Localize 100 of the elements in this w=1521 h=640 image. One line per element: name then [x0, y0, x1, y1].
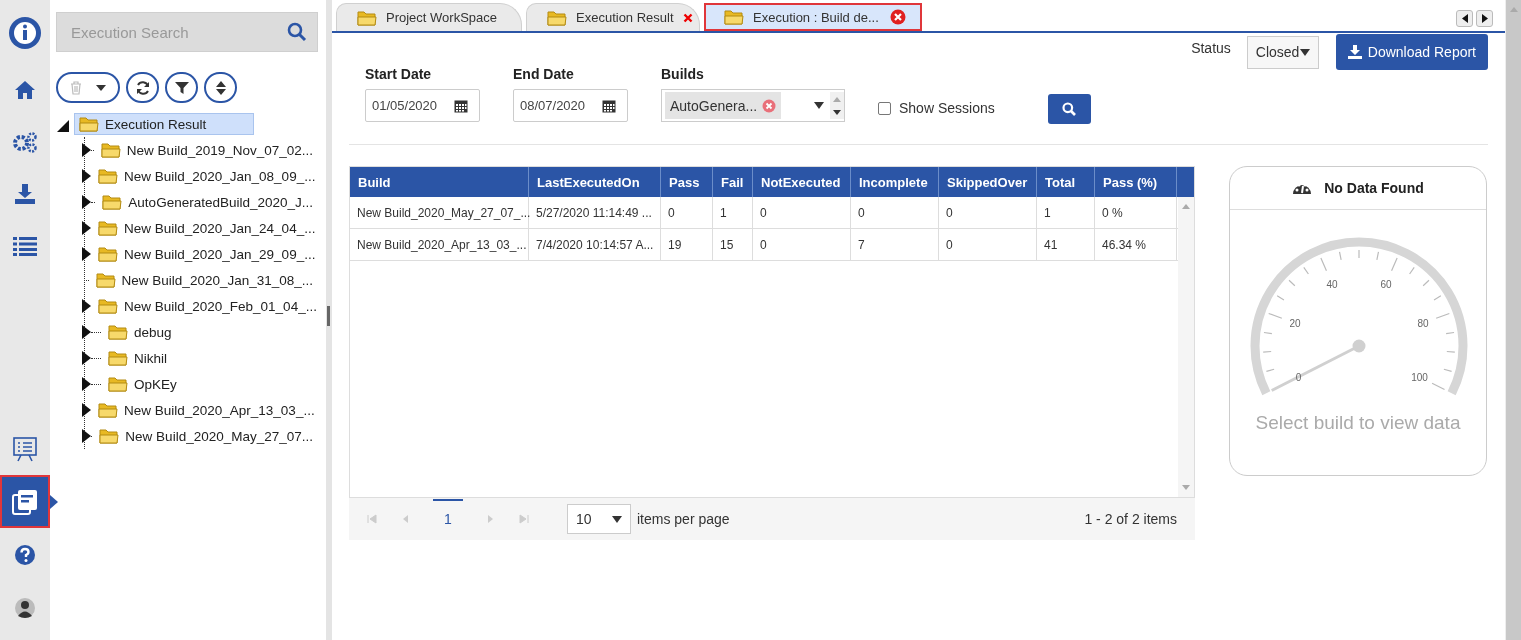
folder-icon: [108, 350, 128, 366]
expand-arrow-icon[interactable]: [82, 403, 91, 417]
calendar-icon[interactable]: [454, 98, 468, 113]
column-header[interactable]: NotExecuted: [753, 167, 851, 197]
tree-item[interactable]: New Build_2020_Jan_29_09_...: [93, 243, 321, 265]
table-cell: 0: [851, 197, 939, 228]
field-label: Builds: [661, 66, 705, 82]
remove-icon[interactable]: [762, 98, 777, 113]
user-icon: [14, 596, 36, 619]
close-icon[interactable]: [890, 9, 906, 25]
gauge-tick-label: 60: [1380, 278, 1392, 290]
tree-item[interactable]: New Build_2020_May_27_07...: [94, 425, 318, 447]
tree-item[interactable]: New Build_2019_Nov_07_02...: [95, 139, 318, 161]
tree-item[interactable]: New Build_2020_Apr_13_03_...: [93, 399, 320, 421]
page-link[interactable]: 1: [433, 499, 463, 527]
table-cell: 7/4/2020 10:14:57 A...: [529, 229, 661, 260]
expand-arrow-icon[interactable]: [82, 325, 91, 339]
expand-arrow-icon[interactable]: [82, 169, 91, 183]
search-bar[interactable]: Execution Search: [56, 12, 318, 52]
expand-arrow-icon[interactable]: [82, 143, 91, 157]
date-field[interactable]: 08/07/2020: [513, 89, 628, 122]
folder-icon: [102, 194, 123, 210]
gauge-tick-label: 80: [1417, 317, 1429, 329]
column-header[interactable]: Incomplete: [851, 167, 939, 197]
status-dropdown[interactable]: Closed: [1246, 35, 1319, 69]
date-field[interactable]: 01/05/2020: [365, 89, 480, 122]
scroll-right-button[interactable]: [1476, 10, 1493, 27]
scroll-left-button[interactable]: [1456, 10, 1473, 27]
logo-icon: [7, 15, 43, 51]
column-header[interactable]: Pass: [661, 167, 713, 197]
expand-arrow-icon[interactable]: [82, 377, 91, 391]
tree-item[interactable]: Execution Result: [74, 113, 254, 135]
sort-button[interactable]: [204, 72, 237, 103]
delete-dropdown-button[interactable]: [56, 72, 120, 103]
table-cell: 19: [661, 229, 713, 260]
refresh-button[interactable]: [126, 72, 159, 103]
help-icon: [14, 543, 36, 566]
search-field[interactable]: Execution Search: [69, 22, 287, 42]
expand-arrow-icon[interactable]: [82, 247, 91, 261]
folder-icon: [108, 376, 128, 392]
caret-icon: [612, 515, 622, 523]
tree-item[interactable]: OpKEy: [103, 373, 182, 395]
page-size-dropdown[interactable]: 10: [567, 504, 631, 534]
search-icon[interactable]: [287, 22, 307, 42]
gauge-title: No Data Found: [1324, 180, 1424, 196]
list-icon: [13, 236, 37, 256]
tree-item[interactable]: AutoGeneratedBuild_2020_J...: [97, 191, 318, 213]
table-cell: New Build_2020_Apr_13_03_...: [350, 229, 529, 260]
calendar-icon[interactable]: [602, 98, 616, 113]
tab[interactable]: Execution Result: [526, 3, 700, 31]
table-cell: 1: [713, 197, 753, 228]
expand-arrow-icon[interactable]: [82, 299, 91, 313]
folder-icon: [108, 324, 128, 340]
search-button[interactable]: [1047, 94, 1091, 124]
download-report-button[interactable]: Download Report: [1335, 34, 1488, 70]
sort-icon: [215, 80, 226, 95]
spinner-control[interactable]: [830, 92, 844, 119]
folder-icon: [98, 402, 118, 418]
table-cell: 15: [713, 229, 753, 260]
column-header[interactable]: SkippedOver: [939, 167, 1037, 197]
filter-button[interactable]: [165, 72, 198, 103]
tab[interactable]: Execution : Build de...: [704, 3, 922, 31]
pager-summary: 1 - 2 of 2 items: [1084, 511, 1177, 527]
builds-multiselect[interactable]: AutoGenera...: [661, 89, 845, 122]
collapse-arrow-icon[interactable]: [56, 119, 70, 133]
tree-item[interactable]: New Build_2020_Jan_08_09_...: [93, 165, 321, 187]
tree-item[interactable]: debug: [103, 321, 177, 343]
tree-item[interactable]: New Build_2020_Jan_31_08_...: [90, 269, 318, 291]
scrollbar[interactable]: [1505, 0, 1521, 640]
column-header[interactable]: Pass (%): [1095, 167, 1177, 197]
refresh-icon: [134, 79, 151, 96]
expand-arrow-icon[interactable]: [82, 195, 91, 209]
left-arrow-icon: [1461, 14, 1468, 23]
folder-icon: [357, 9, 377, 26]
table-cell: 0: [939, 229, 1037, 260]
presentation-icon: [12, 435, 38, 462]
table-cell: 46.34 %: [1095, 229, 1177, 260]
tree-item[interactable]: Nikhil: [103, 347, 172, 369]
show-sessions-checkbox[interactable]: Show Sessions: [878, 100, 995, 116]
table-cell: 0: [939, 197, 1037, 228]
table-cell: New Build_2020_May_27_07_...: [350, 197, 529, 228]
folder-icon: [100, 142, 121, 158]
expand-arrow-icon[interactable]: [82, 429, 91, 443]
tree-item[interactable]: New Build_2020_Feb_01_04_...: [93, 295, 322, 317]
selection-pointer-icon: [50, 494, 58, 509]
download-icon: [14, 183, 36, 205]
field-label: Start Date: [365, 66, 433, 82]
page-size-label: items per page: [637, 511, 730, 527]
column-header[interactable]: LastExecutedOn: [529, 167, 661, 197]
tab[interactable]: Project WorkSpace: [336, 3, 522, 31]
table-cell: 5/27/2020 11:14:49 ...: [529, 197, 661, 228]
column-header[interactable]: Build: [350, 167, 529, 197]
expand-arrow-icon[interactable]: [82, 351, 91, 365]
field-label: End Date: [513, 66, 575, 82]
expand-arrow-icon[interactable]: [82, 221, 91, 235]
column-header[interactable]: Fail: [713, 167, 753, 197]
folder-icon: [98, 220, 118, 236]
close-icon[interactable]: [682, 12, 693, 23]
tree-item[interactable]: New Build_2020_Jan_24_04_...: [93, 217, 321, 239]
column-header[interactable]: Total: [1037, 167, 1095, 197]
